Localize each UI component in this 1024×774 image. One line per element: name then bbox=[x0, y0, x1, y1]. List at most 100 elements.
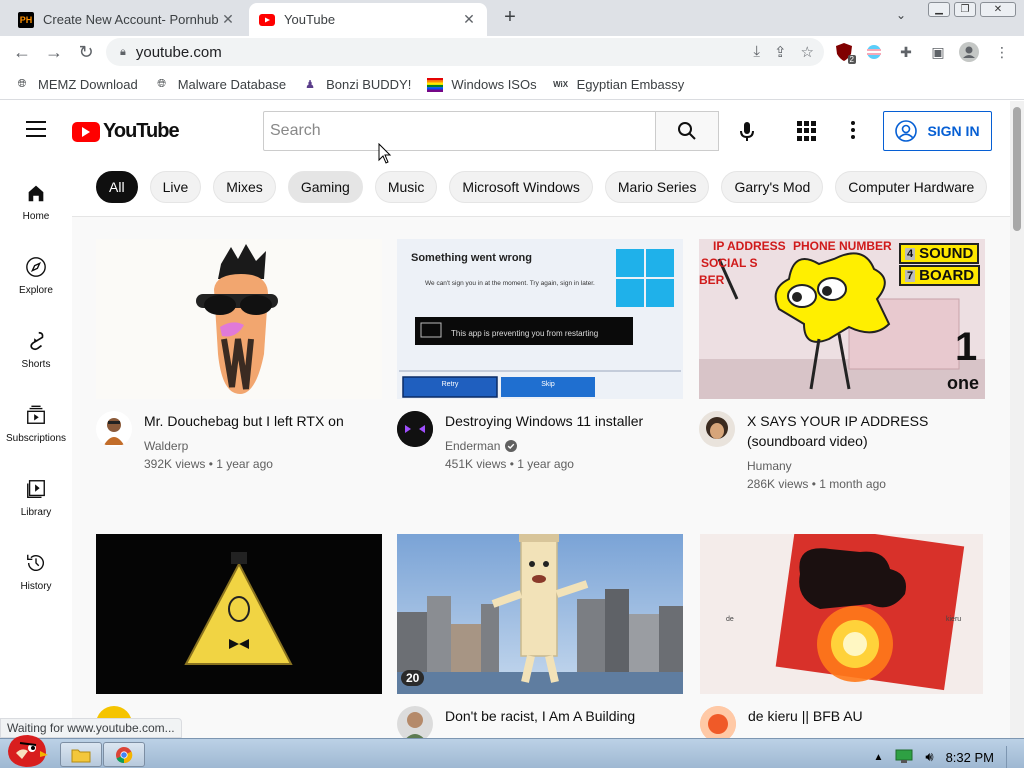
clock[interactable]: 8:32 PM bbox=[946, 750, 994, 765]
library-icon bbox=[24, 477, 48, 501]
new-tab-button[interactable]: + bbox=[498, 6, 522, 30]
sidebar-item-shorts[interactable]: Shorts bbox=[0, 307, 72, 381]
channel-avatar[interactable] bbox=[397, 706, 433, 738]
video-thumbnail[interactable]: IP ADDRESS PHONE NUMBER SOCIAL S BER 4 SO… bbox=[699, 239, 985, 399]
url-text: youtube.com bbox=[135, 43, 222, 61]
video-card[interactable]: de kieru de kieru || BFB AU bbox=[700, 534, 986, 738]
taskbar-chrome-button[interactable] bbox=[103, 742, 145, 767]
video-title[interactable]: Destroying Windows 11 installer bbox=[445, 411, 677, 431]
number-one: 1 bbox=[955, 325, 978, 369]
bookmark-bonzi-buddy[interactable]: ♟ Bonzi BUDDY! bbox=[302, 77, 411, 93]
video-thumbnail[interactable]: 20 bbox=[397, 534, 683, 694]
bookmark-star-icon[interactable]: ☆ bbox=[801, 43, 814, 61]
chip-music[interactable]: Music bbox=[374, 171, 438, 203]
back-arrow-icon[interactable]: ← bbox=[10, 40, 34, 64]
youtube-logo[interactable]: YouTube bbox=[72, 120, 180, 143]
tab-pornhub[interactable]: PH Create New Account- Pornhub ✕ bbox=[8, 3, 246, 36]
tab-youtube[interactable]: YouTube ✕ bbox=[249, 3, 487, 36]
video-card[interactable]: Mr. Douchebag but I left RTX on Walderp … bbox=[96, 239, 382, 499]
chip-computer-hardware[interactable]: Computer Hardware bbox=[835, 171, 988, 203]
taskbar: ▲ 🔊︎ 8:32 PM bbox=[0, 735, 1024, 768]
pride-extension-icon[interactable] bbox=[864, 42, 884, 62]
video-title[interactable]: Mr. Douchebag but I left RTX on bbox=[144, 411, 376, 431]
close-tab-icon[interactable]: ✕ bbox=[461, 11, 477, 28]
video-thumbnail[interactable] bbox=[96, 534, 382, 694]
network-icon[interactable] bbox=[895, 749, 913, 766]
video-title[interactable]: X SAYS YOUR IP ADDRESS (soundboard video… bbox=[747, 411, 979, 451]
ublock-extension-icon[interactable]: 2 bbox=[834, 42, 856, 64]
video-title[interactable]: de kieru || BFB AU bbox=[748, 706, 980, 726]
sidebar-item-history[interactable]: History bbox=[0, 529, 72, 603]
side-panel-icon[interactable]: ▣ bbox=[928, 42, 948, 62]
video-thumbnail[interactable]: de kieru bbox=[700, 534, 983, 694]
channel-name[interactable]: Humany bbox=[747, 457, 792, 475]
tab-search-chevron-icon[interactable]: ⌄ bbox=[896, 8, 906, 22]
thumb-text-number: BER bbox=[699, 273, 725, 287]
browser-menu-icon[interactable]: ⋮ bbox=[992, 42, 1012, 62]
page-scrollbar[interactable] bbox=[1010, 101, 1024, 738]
settings-dots-icon[interactable] bbox=[851, 121, 857, 141]
tab-strip: PH Create New Account- Pornhub ✕ YouTube… bbox=[0, 0, 1024, 36]
search-box[interactable] bbox=[263, 111, 656, 151]
youtube-favicon bbox=[259, 12, 275, 28]
video-card[interactable]: IP ADDRESS PHONE NUMBER SOCIAL S BER 4 SO… bbox=[699, 239, 985, 499]
video-thumbnail[interactable]: Something went wrong We can't sign you i… bbox=[397, 239, 683, 399]
close-window-button[interactable]: ✕ bbox=[980, 2, 1016, 17]
chip-gaming[interactable]: Gaming bbox=[287, 171, 363, 203]
channel-avatar[interactable] bbox=[699, 411, 735, 447]
tray-expand-icon[interactable]: ▲ bbox=[873, 752, 883, 763]
forward-arrow-icon[interactable]: → bbox=[42, 40, 66, 64]
close-tab-icon[interactable]: ✕ bbox=[220, 11, 236, 28]
address-bar[interactable]: 🔒︎ youtube.com ⤓ ⇪ ☆ bbox=[106, 38, 824, 66]
bookmark-memz[interactable]: 🌐︎ MEMZ Download bbox=[14, 77, 138, 93]
microphone-icon[interactable] bbox=[735, 119, 759, 143]
video-card[interactable]: Something went wrong We can't sign you i… bbox=[397, 239, 683, 499]
video-meta: 286K views • 1 month ago bbox=[747, 477, 886, 491]
channel-avatar[interactable] bbox=[96, 411, 132, 447]
profile-icon[interactable] bbox=[959, 42, 979, 62]
start-button[interactable] bbox=[2, 729, 52, 769]
search-input[interactable] bbox=[270, 122, 655, 140]
bookmark-windows-isos[interactable]: Windows ISOs bbox=[427, 77, 537, 93]
chip-mixes[interactable]: Mixes bbox=[213, 171, 276, 203]
video-title[interactable]: Don't be racist, I Am A Building bbox=[445, 706, 677, 726]
minimize-button[interactable]: ▁ bbox=[928, 2, 950, 17]
chip-mario-series[interactable]: Mario Series bbox=[604, 171, 710, 203]
reload-icon[interactable]: ↻ bbox=[74, 40, 98, 64]
apps-grid-icon[interactable] bbox=[797, 121, 817, 141]
sidebar-item-home[interactable]: Home bbox=[0, 159, 72, 233]
taskbar-explorer-button[interactable] bbox=[60, 742, 102, 767]
video-card[interactable] bbox=[96, 534, 382, 738]
word-one: one bbox=[947, 373, 980, 393]
bookmark-label: Egyptian Embassy bbox=[576, 77, 685, 92]
search-icon bbox=[678, 122, 696, 140]
bookmark-malware-database[interactable]: 🌐︎ Malware Database bbox=[154, 77, 286, 93]
chip-microsoft-windows[interactable]: Microsoft Windows bbox=[449, 171, 593, 203]
volume-icon[interactable]: 🔊︎ bbox=[925, 749, 933, 765]
bookmark-egyptian-embassy[interactable]: WiX Egyptian Embassy bbox=[553, 77, 685, 93]
search-button[interactable] bbox=[655, 111, 719, 151]
share-icon[interactable]: ⇪ bbox=[774, 43, 787, 61]
video-card[interactable]: 20 Don't be racist, I Am A Building bbox=[397, 534, 683, 738]
menu-hamburger-icon[interactable] bbox=[26, 121, 46, 137]
channel-name[interactable]: Enderman bbox=[445, 437, 500, 455]
sign-in-label: SIGN IN bbox=[927, 123, 980, 139]
chip-live[interactable]: Live bbox=[149, 171, 202, 203]
chip-all[interactable]: All bbox=[96, 171, 138, 203]
maximize-button[interactable]: ❐ bbox=[954, 2, 976, 17]
sidebar-item-subscriptions[interactable]: Subscriptions bbox=[0, 381, 72, 455]
chip-garrys-mod[interactable]: Garry's Mod bbox=[721, 171, 824, 203]
install-icon[interactable]: ⤓ bbox=[753, 43, 760, 61]
sign-in-button[interactable]: SIGN IN bbox=[883, 111, 992, 151]
channel-avatar[interactable] bbox=[700, 706, 736, 738]
soundboard-label: 7 BOARD bbox=[899, 265, 981, 286]
sidebar-item-explore[interactable]: Explore bbox=[0, 233, 72, 307]
video-thumbnail[interactable] bbox=[96, 239, 382, 399]
extensions-puzzle-icon[interactable]: ✚ bbox=[896, 42, 916, 62]
show-desktop-button[interactable] bbox=[1006, 746, 1014, 768]
channel-avatar[interactable] bbox=[397, 411, 433, 447]
window-controls: ▁ ❐ ✕ bbox=[928, 2, 1016, 18]
scrollbar-thumb[interactable] bbox=[1013, 107, 1021, 231]
sidebar-item-library[interactable]: Library bbox=[0, 455, 72, 529]
channel-name[interactable]: Walderp bbox=[144, 437, 188, 455]
